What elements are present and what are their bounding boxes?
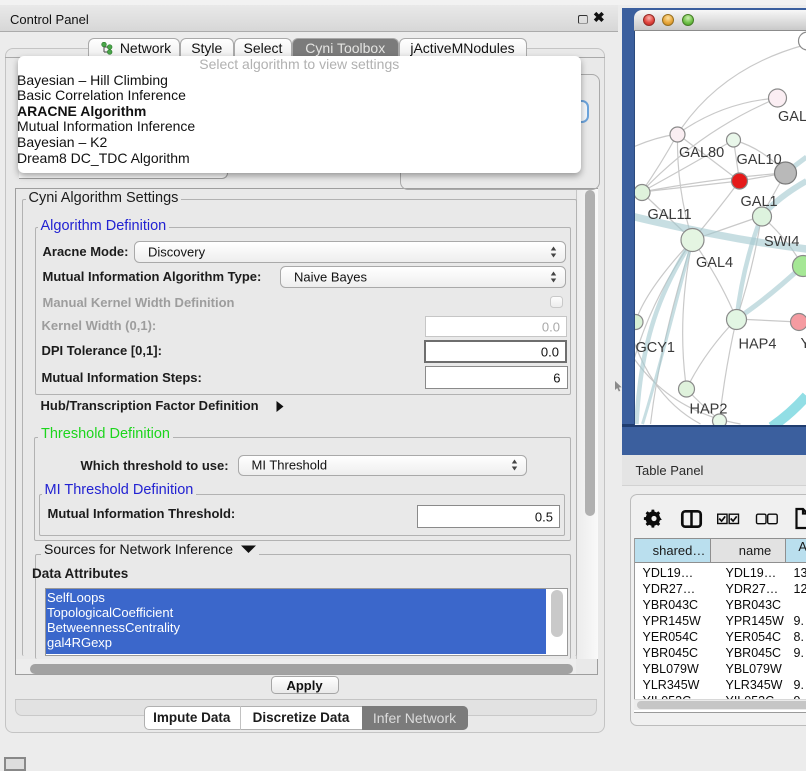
svg-text:GAL1: GAL1 bbox=[740, 194, 777, 210]
svg-text:HAP4: HAP4 bbox=[738, 337, 776, 353]
svg-text:GAL4: GAL4 bbox=[696, 255, 733, 271]
svg-text:GAL10: GAL10 bbox=[736, 152, 781, 168]
svg-text:SWI4: SWI4 bbox=[764, 234, 799, 250]
svg-text:GCY1: GCY1 bbox=[635, 340, 675, 356]
svg-text:YM: YM bbox=[800, 336, 806, 352]
svg-text:GAL11: GAL11 bbox=[647, 207, 691, 223]
svg-text:GAL80: GAL80 bbox=[679, 145, 724, 161]
svg-text:GAL2: GAL2 bbox=[778, 109, 806, 125]
svg-text:HAP2: HAP2 bbox=[689, 402, 727, 418]
